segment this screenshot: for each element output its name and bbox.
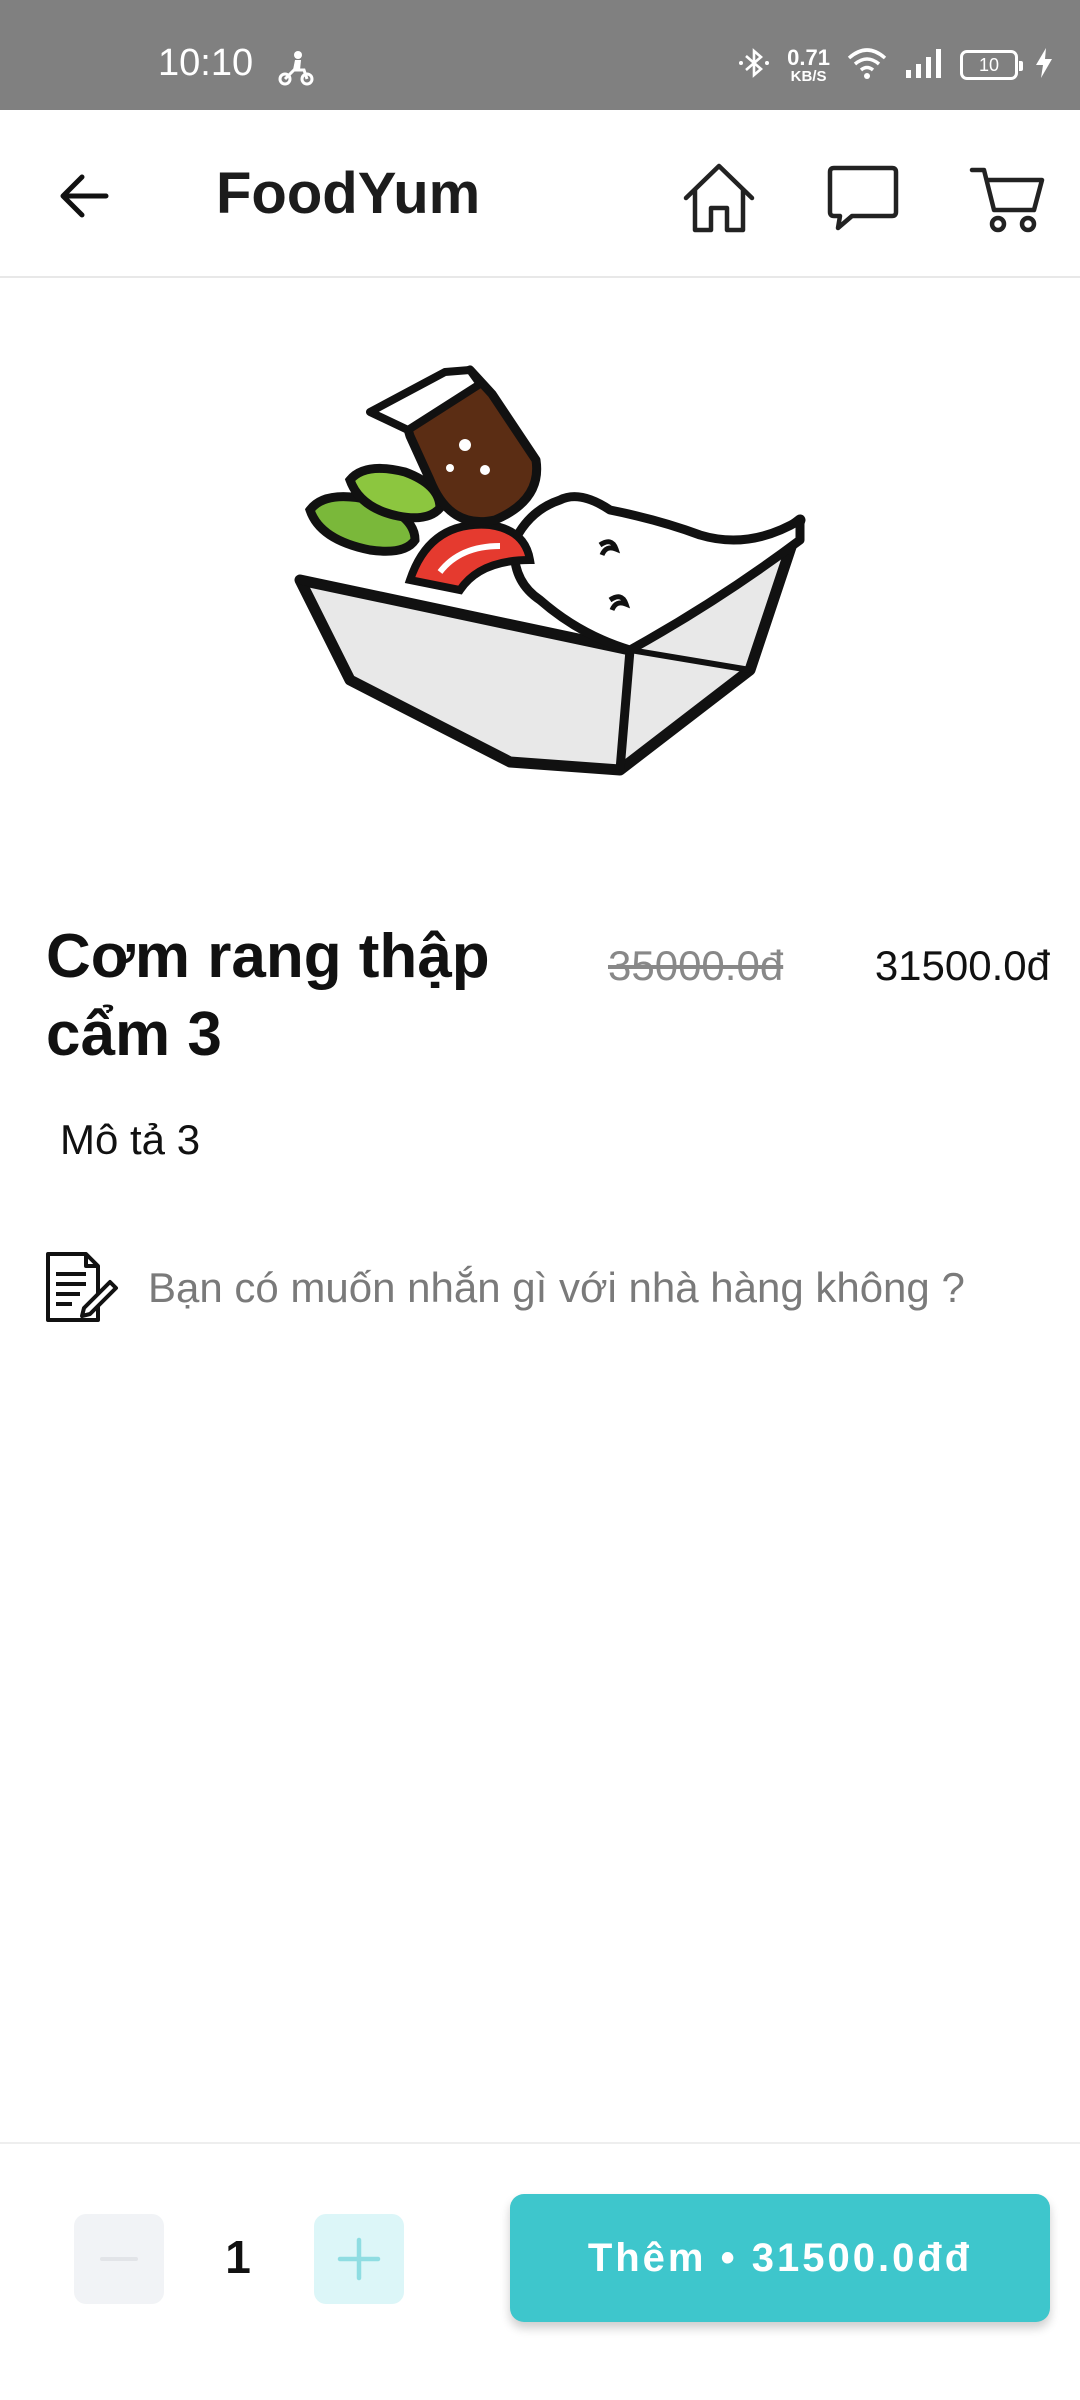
add-to-cart-button[interactable]: Thêm • 31500.0đđ [510, 2194, 1050, 2322]
status-bar: 10:10 0.71 KB/S 10 [0, 0, 1080, 110]
note-icon [46, 1252, 118, 1322]
cart-button[interactable] [964, 154, 1050, 240]
chat-button[interactable] [820, 154, 906, 240]
battery-icon: 10 [960, 50, 1023, 80]
app-title: FoodYum [216, 161, 481, 226]
cart-icon [969, 167, 1045, 233]
minus-icon [100, 2257, 138, 2261]
chat-icon [827, 165, 899, 231]
back-arrow-icon [60, 174, 109, 218]
food-image [294, 365, 806, 776]
new-price: 31500.0đ [874, 942, 1050, 989]
charging-icon [1034, 46, 1054, 85]
plus-icon [337, 2237, 381, 2281]
back-button[interactable] [48, 160, 120, 232]
product-name: Cơm rang thập cẩm 3 [46, 922, 490, 1069]
app-bar: FoodYum [0, 110, 1080, 278]
net-speed-value: 0.71 [787, 44, 830, 70]
net-speed: 0.71 KB/S [787, 44, 830, 85]
note-row [40, 1248, 1050, 1328]
net-speed-unit: KB/S [790, 67, 827, 85]
quantity-decrease-button[interactable] [74, 2214, 164, 2304]
signal-icon [904, 46, 944, 85]
battery-level: 10 [978, 54, 1000, 75]
note-input[interactable] [148, 1264, 1028, 1312]
status-time: 10:10 [158, 42, 254, 84]
bluetooth-icon [737, 46, 771, 85]
status-indicators: 0.71 KB/S 10 [737, 40, 1054, 90]
quantity-value: 1 [225, 2231, 251, 2283]
bottom-bar: 1 Thêm • 31500.0đđ [0, 2142, 1080, 2400]
scooter-icon [276, 48, 316, 88]
wifi-icon [846, 46, 888, 85]
old-price: 35000.0đ [608, 942, 784, 989]
home-icon [683, 163, 755, 233]
quantity-increase-button[interactable] [314, 2214, 404, 2304]
product-description: Mô tả 3 [60, 1116, 201, 1163]
home-button[interactable] [676, 154, 762, 240]
